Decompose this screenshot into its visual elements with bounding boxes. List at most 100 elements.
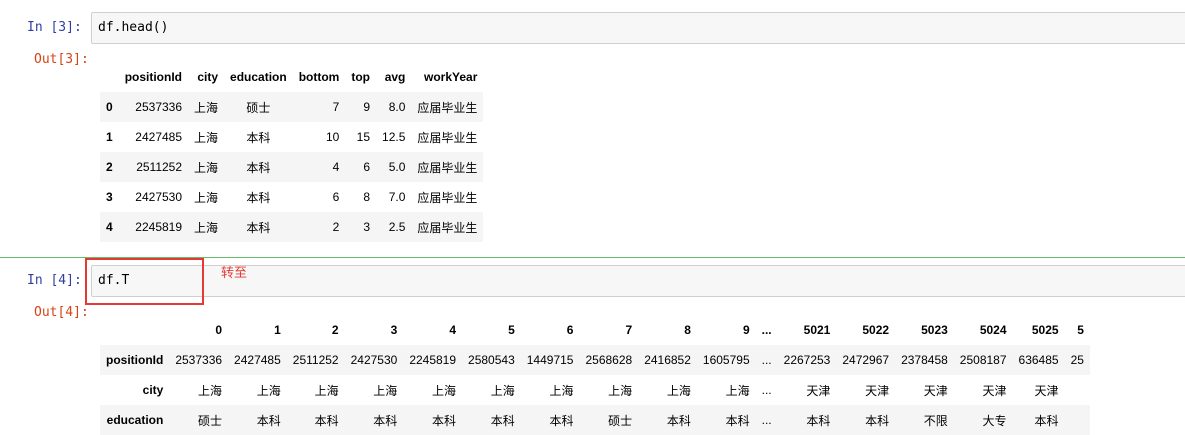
table-cell: 本科 <box>666 413 691 428</box>
table-cell: 应届毕业生 <box>417 220 478 235</box>
table-cell: 上海 <box>194 100 219 115</box>
table-cell: 6 <box>363 160 371 174</box>
column-header: 3 <box>390 323 398 337</box>
table-cell: 本科 <box>865 413 890 428</box>
cell2-code-input[interactable]: df.T <box>91 265 1185 297</box>
table-cell: 2245819 <box>135 220 183 234</box>
table-cell: 10 <box>326 130 340 144</box>
table-cell <box>1065 405 1090 435</box>
table-cell: 4 <box>332 160 340 174</box>
notebook: { "cell1": { "in_prompt": "In [3]:", "co… <box>0 0 1185 435</box>
table-cell: 应届毕业生 <box>417 130 478 145</box>
table-cell: 8 <box>363 190 371 204</box>
column-header <box>100 315 169 345</box>
table-cell: 636485 <box>1018 353 1059 367</box>
column-header: city <box>197 70 219 84</box>
column-header: ... <box>761 323 772 337</box>
column-header: 4 <box>449 323 457 337</box>
column-header: 9 <box>742 323 750 337</box>
table-cell: 2 <box>332 220 340 234</box>
table-cell: 上海 <box>432 383 457 398</box>
column-header: 6 <box>566 323 574 337</box>
row-index: 4 <box>106 220 113 234</box>
table-cell: 2568628 <box>585 353 633 367</box>
table-cell: 本科 <box>725 413 750 428</box>
table-cell: 2416852 <box>644 353 691 367</box>
highlight-box <box>85 258 204 305</box>
table-cell: 不限 <box>923 413 948 428</box>
table-cell: 本科 <box>373 413 398 428</box>
table-cell: 3 <box>363 220 371 234</box>
table-cell: 天津 <box>865 383 890 398</box>
cell1-code-text: df.head() <box>98 20 169 35</box>
table-cell: 5.0 <box>388 160 406 174</box>
table-cell: 1449715 <box>526 353 574 367</box>
table-cell: 本科 <box>549 413 574 428</box>
table-cell: 9 <box>363 100 371 114</box>
table-cell: 12.5 <box>382 130 406 144</box>
table-cell: 2580543 <box>468 353 515 367</box>
table-row: 0 2537336 上海 硕士 7 9 8.0 应届毕业生 <box>100 92 484 122</box>
column-header: 2 <box>331 323 339 337</box>
table-cell: 本科 <box>490 413 515 428</box>
table-cell: 天津 <box>923 383 948 398</box>
table-cell: 上海 <box>725 383 750 398</box>
cell1-in-prompt: In [3]: <box>27 20 82 35</box>
row-index: 3 <box>106 190 113 204</box>
table-cell: 上海 <box>549 383 574 398</box>
column-header: workYear <box>424 70 478 84</box>
table-cell: 上海 <box>373 383 398 398</box>
cell1-output-table: positionId city education bottom top avg workY… <box>100 62 484 242</box>
column-header: bottom <box>298 70 340 84</box>
table-cell: 上海 <box>608 383 633 398</box>
table-cell: 6 <box>332 190 340 204</box>
cell2-output-table: 0 1 2 3 4 5 6 7 8 9... 5021 5022 5023 5024 5025 5 posit… <box>100 315 1090 435</box>
table-cell: 7.0 <box>388 190 406 204</box>
table-cell: 1605795 <box>702 353 750 367</box>
cell2-in-prompt: In [4]: <box>27 273 82 288</box>
table-cell: 2511252 <box>292 353 339 367</box>
column-header: 8 <box>684 323 691 337</box>
table-row: 2 2511252 上海 本科 4 6 5.0 应届毕业生 <box>100 152 484 182</box>
column-header: 7 <box>625 323 633 337</box>
table-row: education 硕士 本科 本科 本科 本科 本科 本科 硕士 本科 本科... 本科 本科 不限 大专… <box>100 405 1090 435</box>
table-row: city 上海 上海 上海 上海 上海 上海 上海 上海 上海 上海... 天津 天津 天津 天津 天津 <box>100 375 1090 405</box>
table-cell: ... <box>761 383 772 397</box>
cell1-code-input[interactable]: df.head() <box>91 12 1185 44</box>
table-cell: 应届毕业生 <box>417 160 478 175</box>
table-cell: 本科 <box>314 413 339 428</box>
table-cell: 15 <box>356 130 371 144</box>
column-header: 5 <box>1077 323 1084 337</box>
table-cell: 上海 <box>194 220 219 235</box>
column-header: education <box>230 70 287 84</box>
column-header: 5023 <box>921 323 948 337</box>
table-cell: 上海 <box>198 383 223 398</box>
row-index: 1 <box>106 130 113 144</box>
table-cell: 硕士 <box>198 413 223 428</box>
table-cell: 本科 <box>432 413 457 428</box>
table-cell: 2.5 <box>388 220 406 234</box>
table-cell: 8.0 <box>388 100 406 114</box>
table-cell: 本科 <box>246 160 271 175</box>
column-header: positionId <box>124 70 183 84</box>
table-cell: 25 <box>1070 353 1084 367</box>
table-cell: 天津 <box>982 383 1007 398</box>
column-header: 5025 <box>1031 323 1059 337</box>
table-cell: 7 <box>332 100 340 114</box>
table-cell: 本科 <box>246 190 271 205</box>
table-cell: 2472967 <box>842 353 890 367</box>
table-cell: 天津 <box>1034 383 1059 398</box>
table-cell: 2537336 <box>135 100 183 114</box>
table-cell: 上海 <box>194 160 219 175</box>
table-row: positionId 2537336 2427485 2511252 2427530 22… <box>100 345 1090 375</box>
column-header: 0 <box>215 323 223 337</box>
table-cell: 2511252 <box>136 160 183 174</box>
table-cell: 2267253 <box>783 353 831 367</box>
column-header: 1 <box>274 323 281 337</box>
table-cell: 本科 <box>806 413 831 428</box>
column-header: 5 <box>508 323 515 337</box>
table-row: 1 2427485 上海 本科 10 15 12.5 应届毕业生 <box>100 122 483 152</box>
table-cell: 2427530 <box>350 353 398 367</box>
table-cell: 本科 <box>246 220 271 235</box>
table-cell: 天津 <box>806 383 831 398</box>
